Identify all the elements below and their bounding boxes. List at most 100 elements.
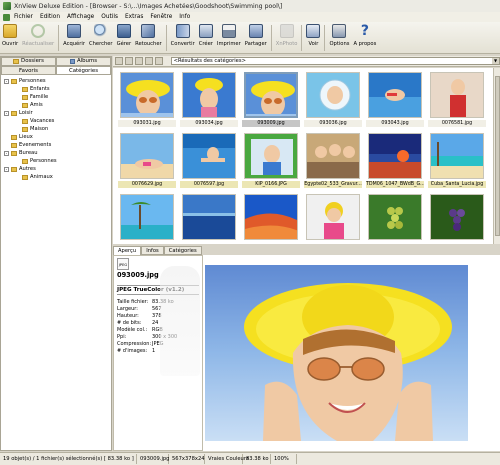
refresh-button[interactable]: Réactualiser bbox=[20, 24, 56, 52]
folder-icon bbox=[13, 59, 20, 64]
view-mode-icon[interactable] bbox=[144, 57, 153, 65]
thumbnail-item[interactable] bbox=[179, 192, 239, 251]
thumbnail-item[interactable]: 093043.jpg bbox=[365, 70, 425, 129]
menu-outils[interactable]: Outils bbox=[101, 14, 118, 20]
category-folder-icon bbox=[22, 158, 28, 164]
tree-item-label: Personnes bbox=[19, 78, 46, 84]
tree-item[interactable]: Personnes bbox=[1, 157, 111, 165]
thumbnail-item[interactable]: Cuba_Santa_Lucia.jpg bbox=[427, 131, 487, 190]
thumbnail-item[interactable]: 093009.jpg bbox=[241, 70, 301, 129]
convert-button[interactable]: Convertir bbox=[169, 24, 197, 52]
nav-back-icon[interactable] bbox=[115, 57, 123, 65]
chevron-down-icon[interactable]: ▼ bbox=[492, 58, 500, 64]
open-button[interactable]: Ouvrir bbox=[0, 24, 20, 52]
tree-item[interactable]: - Loisir bbox=[1, 109, 111, 117]
thumbnail-scrollbar[interactable] bbox=[493, 68, 500, 244]
share-button[interactable]: Partager bbox=[243, 24, 269, 52]
tree-item[interactable]: Vacances bbox=[1, 117, 111, 125]
thumbnail-item[interactable] bbox=[365, 192, 425, 251]
menu-edition[interactable]: Edition bbox=[40, 14, 60, 20]
options-icon bbox=[332, 24, 347, 38]
acquire-button[interactable]: Acquérir bbox=[61, 24, 87, 52]
info-value: 24 bbox=[152, 320, 159, 326]
tab-categories[interactable]: Catégories bbox=[56, 66, 111, 75]
tree-item[interactable]: Maison bbox=[1, 125, 111, 133]
xnview-app-icon bbox=[3, 2, 11, 10]
xnphoto-icon bbox=[279, 24, 294, 38]
menu-affichage[interactable]: Affichage bbox=[67, 14, 94, 20]
tab-categories-info[interactable]: Catégories bbox=[163, 246, 202, 255]
thumbnail-item[interactable] bbox=[427, 192, 487, 251]
info-key: # de bits: bbox=[117, 320, 142, 326]
tree-item[interactable]: Enfants bbox=[1, 85, 111, 93]
tree-item[interactable]: Lieux bbox=[1, 133, 111, 141]
thumbnail-item[interactable]: 0076581.jpg bbox=[427, 70, 487, 129]
xnphoto-button[interactable]: XnPhoto bbox=[274, 24, 300, 52]
edit-button[interactable]: Retoucher bbox=[133, 24, 164, 52]
thumbnail-item[interactable]: 093031.jpg bbox=[117, 70, 177, 129]
thumbnail-item[interactable]: 0076597.jpg bbox=[179, 131, 239, 190]
menu-extras[interactable]: Extras bbox=[125, 14, 143, 20]
about-button[interactable]: ? A propos bbox=[351, 24, 378, 52]
thumbnail-caption: 093034.jpg bbox=[180, 120, 238, 127]
options-button[interactable]: Options bbox=[327, 24, 351, 52]
title-bar: XnView Deluxe Edition - [Browser - S:\..… bbox=[0, 0, 500, 12]
thumbnail-item[interactable] bbox=[303, 192, 363, 251]
tab-infos[interactable]: Infos bbox=[141, 246, 164, 255]
thumbnail-item[interactable]: Egypte02_533_Gravur... bbox=[303, 131, 363, 190]
thumbnail-caption: 0076629.jpg bbox=[118, 181, 176, 188]
app-menu-icon[interactable] bbox=[3, 13, 10, 21]
thumbnail-image bbox=[306, 194, 360, 240]
thumbnail-image bbox=[244, 133, 298, 179]
category-folder-icon bbox=[11, 166, 17, 172]
thumbnail-image bbox=[306, 133, 360, 179]
thumbnail-item[interactable]: 0076629.jpg bbox=[117, 131, 177, 190]
view-button[interactable]: Voir bbox=[304, 24, 322, 52]
thumbnail-item[interactable] bbox=[241, 192, 301, 251]
category-folder-icon bbox=[22, 86, 28, 92]
path-combo[interactable]: <Résultats des catégories> ▼ bbox=[170, 57, 500, 65]
print-button[interactable]: Imprimer bbox=[215, 24, 243, 52]
menu-info[interactable]: Info bbox=[179, 14, 190, 20]
search-button[interactable]: Chercher bbox=[87, 24, 115, 52]
nav-up-icon[interactable] bbox=[124, 57, 133, 65]
tree-item[interactable]: - Personnes bbox=[1, 77, 111, 85]
info-key: Largeur: bbox=[117, 306, 138, 312]
tree-item[interactable]: Amis bbox=[1, 101, 111, 109]
tab-favoris[interactable]: Favoris bbox=[1, 66, 56, 75]
tree-item[interactable]: Evenements bbox=[1, 141, 111, 149]
thumbnail-item[interactable]: TDM06_1047_BWdB_G... bbox=[365, 131, 425, 190]
tree-item-label: Evenements bbox=[19, 142, 52, 148]
menu-fichier[interactable]: Fichier bbox=[14, 14, 33, 20]
scrollbar-thumb[interactable] bbox=[495, 76, 500, 236]
create-button[interactable]: Créer bbox=[197, 24, 215, 52]
nav-home-icon[interactable] bbox=[134, 57, 143, 65]
tab-dossiers[interactable]: Dossiers bbox=[1, 57, 56, 66]
menu-fenetre[interactable]: Fenêtre bbox=[150, 14, 172, 20]
expand-toggle-icon[interactable]: - bbox=[4, 166, 9, 172]
tab-albums[interactable]: Albums bbox=[56, 57, 111, 66]
tree-item-label: Famille bbox=[30, 94, 49, 100]
toolbar-separator bbox=[301, 25, 303, 51]
thumbnail-item[interactable]: 093034.jpg bbox=[179, 70, 239, 129]
path-bar: <Résultats des catégories> ▼ bbox=[113, 56, 500, 67]
tree-item[interactable]: Animaux bbox=[1, 173, 111, 181]
expand-toggle-icon[interactable]: - bbox=[4, 150, 9, 156]
status-dimensions: 567x378x24 bbox=[169, 454, 205, 464]
expand-toggle-icon[interactable]: - bbox=[4, 78, 9, 84]
tree-item[interactable]: Famille bbox=[1, 93, 111, 101]
tab-apercu[interactable]: Aperçu bbox=[113, 246, 142, 255]
category-folder-icon bbox=[22, 118, 28, 124]
thumbnail-item[interactable]: 093036.jpg bbox=[303, 70, 363, 129]
expand-toggle-icon[interactable]: - bbox=[4, 110, 9, 116]
left-panel: Dossiers Albums Favoris Catégories - Pers… bbox=[0, 56, 112, 451]
thumbnail-item[interactable]: KIP_0166.JPG bbox=[241, 131, 301, 190]
toolbar-separator bbox=[58, 25, 60, 51]
manage-button[interactable]: Gérer bbox=[115, 24, 134, 52]
tree-item[interactable]: - Bureau bbox=[1, 149, 111, 157]
filter-icon[interactable] bbox=[154, 57, 163, 65]
toolbar-separator bbox=[270, 25, 272, 51]
tree-item[interactable]: - Autres bbox=[1, 165, 111, 173]
thumbnail-item[interactable] bbox=[117, 192, 177, 251]
info-key: # d'images: bbox=[117, 348, 148, 354]
